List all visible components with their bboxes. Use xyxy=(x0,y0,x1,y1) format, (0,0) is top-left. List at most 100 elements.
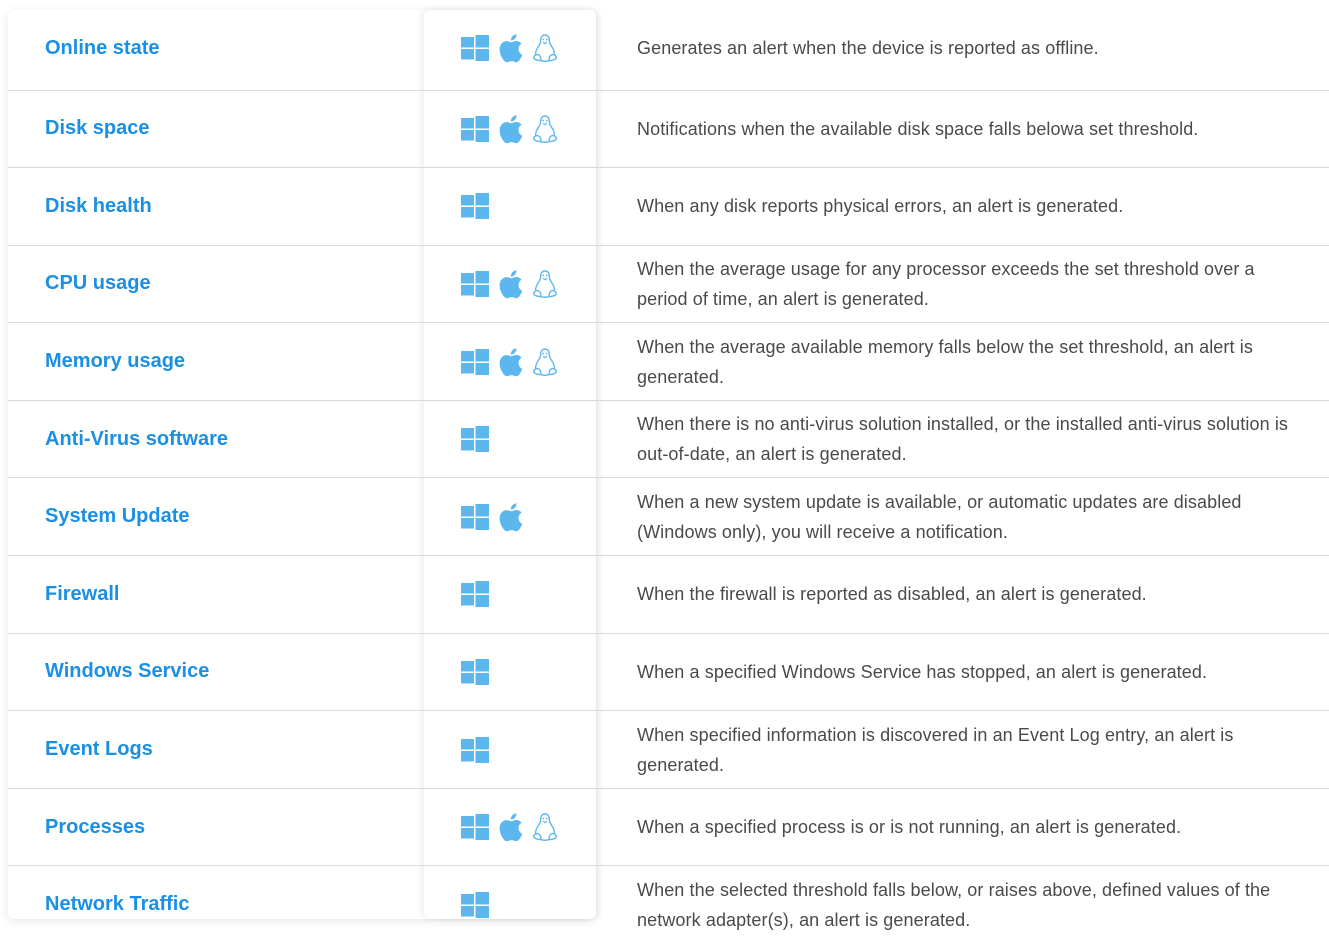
table-row: Anti-Virus software When there is no ant… xyxy=(8,400,1329,479)
description-cell: When there is no anti-virus solution ins… xyxy=(596,400,1329,479)
feature-name: CPU usage xyxy=(45,272,151,295)
table-row: Network Traffic When the selected thresh… xyxy=(8,866,1329,944)
feature-description: Generates an alert when the device is re… xyxy=(637,38,1099,59)
table-row: Event Logs When specified information is… xyxy=(8,710,1329,789)
feature-name-cell: System Update xyxy=(8,477,425,557)
feature-name-cell: Anti-Virus software xyxy=(8,400,425,479)
feature-description: When the average available memory falls … xyxy=(637,336,1253,387)
feature-description: Notifications when the available disk sp… xyxy=(637,118,1199,139)
feature-name: Event Logs xyxy=(45,738,153,761)
feature-description: When the selected threshold falls below,… xyxy=(637,879,1271,930)
table-row: Disk space Notifications when the availa… xyxy=(8,90,1329,169)
linux-icon xyxy=(532,812,558,842)
feature-name: System Update xyxy=(45,505,190,528)
monitoring-table-body: Online state Generates an alert when the… xyxy=(8,7,1329,944)
feature-name: Disk health xyxy=(45,194,152,217)
os-icons xyxy=(461,579,596,609)
windows-icon xyxy=(461,891,489,918)
windows-icon xyxy=(461,270,489,297)
feature-description: When the firewall is reported as disable… xyxy=(637,584,1147,605)
description-cell: When a specified Windows Service has sto… xyxy=(596,633,1329,712)
os-icons xyxy=(461,191,596,221)
os-support-cell xyxy=(425,477,596,557)
linux-icon xyxy=(532,33,558,63)
feature-description: When specified information is discovered… xyxy=(637,724,1234,775)
table-row: Firewall When the firewall is reported a… xyxy=(8,555,1329,634)
description-cell: When the average available memory falls … xyxy=(596,322,1329,401)
table-row: Memory usage When the average available … xyxy=(8,322,1329,401)
os-icons xyxy=(461,33,596,63)
apple-icon xyxy=(498,502,523,532)
linux-icon xyxy=(532,114,558,144)
feature-description: When the average usage for any processor… xyxy=(637,258,1255,309)
os-support-cell xyxy=(425,167,596,246)
apple-icon xyxy=(498,269,523,299)
description-cell: Generates an alert when the device is re… xyxy=(596,7,1329,91)
feature-name-cell: Processes xyxy=(8,788,425,867)
description-cell: When a new system update is available, o… xyxy=(596,477,1329,557)
feature-name-cell: Windows Service xyxy=(8,633,425,712)
os-icons xyxy=(461,735,596,765)
feature-name: Memory usage xyxy=(45,350,186,373)
os-icons xyxy=(461,502,596,532)
description-cell: Notifications when the available disk sp… xyxy=(596,90,1329,169)
feature-name: Firewall xyxy=(45,582,120,605)
table-row: Online state Generates an alert when the… xyxy=(8,7,1329,91)
feature-name: Processes xyxy=(45,815,146,838)
windows-icon xyxy=(461,814,489,841)
os-support-cell xyxy=(425,633,596,712)
description-cell: When any disk reports physical errors, a… xyxy=(596,167,1329,246)
windows-icon xyxy=(461,503,489,530)
feature-name-cell: CPU usage xyxy=(8,245,425,324)
os-support-cell xyxy=(425,710,596,789)
os-icons xyxy=(461,347,596,377)
feature-name-cell: Network Traffic xyxy=(8,866,425,944)
os-icons xyxy=(461,890,596,920)
os-support-cell xyxy=(425,788,596,867)
os-support-cell xyxy=(425,245,596,324)
feature-name-cell: Disk health xyxy=(8,167,425,246)
feature-name: Network Traffic xyxy=(45,893,190,916)
feature-description: When a new system update is available, o… xyxy=(637,491,1242,542)
description-cell: When the selected threshold falls below,… xyxy=(596,866,1329,944)
monitoring-table: Online state Generates an alert when the… xyxy=(8,7,1329,944)
apple-icon xyxy=(498,812,523,842)
os-icons xyxy=(461,424,596,454)
os-icons xyxy=(461,657,596,687)
windows-icon xyxy=(461,35,489,62)
windows-icon xyxy=(461,348,489,375)
linux-icon xyxy=(532,269,558,299)
windows-icon xyxy=(461,736,489,763)
feature-name: Windows Service xyxy=(45,660,210,683)
os-icons xyxy=(461,269,596,299)
os-support-cell xyxy=(425,555,596,634)
feature-name-cell: Memory usage xyxy=(8,322,425,401)
feature-description: When there is no anti-virus solution ins… xyxy=(637,414,1289,465)
feature-name-cell: Online state xyxy=(8,7,425,91)
os-support-cell xyxy=(425,7,596,91)
windows-icon xyxy=(461,193,489,220)
description-cell: When the firewall is reported as disable… xyxy=(596,555,1329,634)
description-cell: When the average usage for any processor… xyxy=(596,245,1329,324)
feature-name-cell: Disk space xyxy=(8,90,425,169)
table-row: Windows Service When a specified Windows… xyxy=(8,633,1329,712)
feature-name: Anti-Virus software xyxy=(45,427,228,450)
linux-icon xyxy=(532,347,558,377)
feature-name-cell: Event Logs xyxy=(8,710,425,789)
feature-name: Online state xyxy=(45,36,160,59)
apple-icon xyxy=(498,33,523,63)
feature-description: When a specified process is or is not ru… xyxy=(637,817,1182,838)
table-row: System Update When a new system update i… xyxy=(8,477,1329,557)
os-icons xyxy=(461,114,596,144)
description-cell: When a specified process is or is not ru… xyxy=(596,788,1329,867)
os-icons xyxy=(461,812,596,842)
apple-icon xyxy=(498,114,523,144)
table-row: Disk health When any disk reports physic… xyxy=(8,167,1329,246)
feature-name-cell: Firewall xyxy=(8,555,425,634)
windows-icon xyxy=(461,115,489,142)
windows-icon xyxy=(461,658,489,685)
feature-description: When a specified Windows Service has sto… xyxy=(637,661,1208,682)
description-cell: When specified information is discovered… xyxy=(596,710,1329,789)
os-support-cell xyxy=(425,322,596,401)
os-support-cell xyxy=(425,90,596,169)
